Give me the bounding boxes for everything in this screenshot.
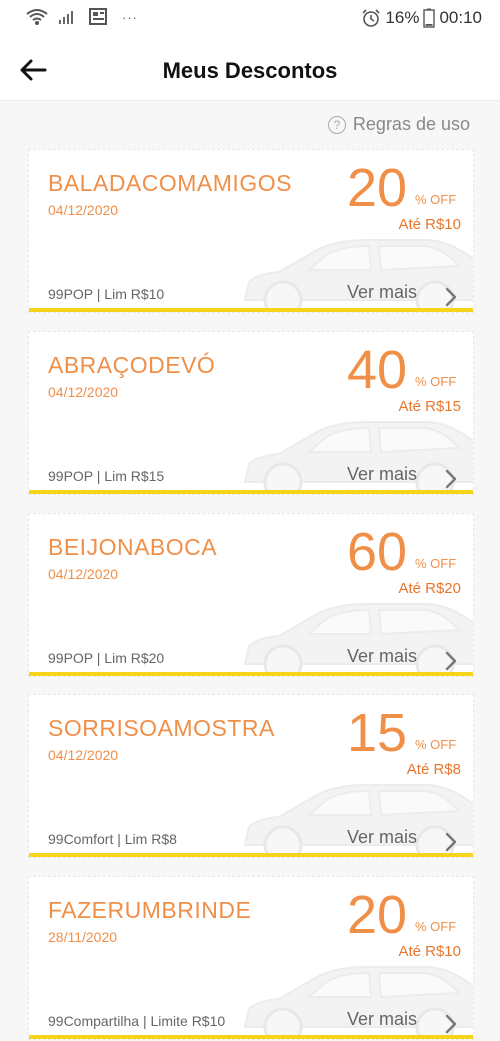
chevron-right-icon[interactable] — [443, 1013, 459, 1035]
coupon-card[interactable]: ABRAÇODEVÓ 04/12/2020 40 % OFF Até R$15 99POP… — [28, 331, 474, 495]
coupon-card[interactable]: BEIJONABOCA 04/12/2020 60 % OFF Até R$20 99PO… — [28, 513, 474, 677]
page-title: Meus Descontos — [162, 58, 338, 83]
status-icons-right: 16% 00:10 — [361, 8, 482, 28]
see-more-button[interactable]: Ver mais — [347, 646, 417, 667]
discount-off-label: % OFF — [415, 556, 457, 571]
coupon-date: 04/12/2020 — [48, 566, 119, 582]
see-more-button[interactable]: Ver mais — [347, 1009, 417, 1030]
more-notifications-indicator: ··· — [122, 9, 138, 25]
discount-percent: 20 — [347, 885, 408, 945]
coupon-card[interactable]: FAZERUMBRINDE 28/11/2020 20 % OFF Até R$10 99… — [28, 876, 474, 1040]
chevron-right-icon[interactable] — [443, 468, 459, 490]
discount-percent: 40 — [347, 340, 408, 400]
help-icon: ? — [327, 115, 346, 134]
discount-off-label: % OFF — [415, 192, 457, 207]
card-accent-bar — [29, 308, 473, 312]
coupon-code: BEIJONABOCA — [48, 534, 218, 560]
coupon-code: FAZERUMBRINDE — [48, 897, 252, 923]
discount-limit: Até R$8 — [406, 761, 461, 778]
discount-off-label: % OFF — [415, 919, 457, 934]
coupon-date: 28/11/2020 — [48, 929, 118, 945]
coupon-card[interactable]: SORRISOAMOSTRA 04/12/2020 15 % OFF Até R$8 99… — [28, 694, 474, 858]
battery-icon — [423, 8, 436, 28]
chevron-right-icon[interactable] — [443, 831, 459, 853]
discount-limit: Até R$15 — [398, 398, 461, 415]
usage-rules-label: Regras de uso — [352, 114, 470, 134]
coupon-product-limit: 99POP | Lim R$15 — [48, 468, 165, 484]
coupon-date: 04/12/2020 — [48, 202, 119, 218]
coupon-code: SORRISOAMOSTRA — [48, 715, 275, 741]
app-bar: Meus Descontos — [0, 40, 500, 101]
card-accent-bar — [29, 672, 473, 676]
status-icons-left: ··· — [26, 8, 138, 26]
battery-percentage: 16% — [385, 8, 420, 27]
discount-limit: Até R$10 — [398, 216, 461, 233]
coupon-date: 04/12/2020 — [48, 384, 119, 400]
chevron-right-icon[interactable] — [443, 286, 459, 308]
coupon-product-limit: 99Comfort | Lim R$8 — [48, 831, 177, 847]
chevron-right-icon[interactable] — [443, 650, 459, 672]
usage-rules-link[interactable]: ? Regras de uso — [327, 114, 470, 135]
coupon-card[interactable]: BALADACOMAMIGOS 04/12/2020 20 % OFF Até R$10… — [28, 149, 474, 313]
clock-time: 00:10 — [439, 8, 482, 27]
status-bar: ··· 16% 00:10 — [0, 0, 500, 40]
discount-percent: 20 — [347, 158, 408, 218]
signal-icon — [59, 11, 73, 24]
coupon-product-limit: 99Compartilha | Limite R$10 — [48, 1013, 226, 1029]
see-more-button[interactable]: Ver mais — [347, 464, 417, 485]
wifi-icon — [26, 9, 48, 25]
coupon-code: BALADACOMAMIGOS — [48, 170, 292, 196]
alarm-icon — [362, 9, 380, 27]
discount-percent: 60 — [347, 522, 408, 582]
discount-off-label: % OFF — [415, 374, 457, 389]
discount-off-label: % OFF — [415, 737, 457, 752]
card-accent-bar — [29, 490, 473, 494]
discount-percent: 15 — [347, 703, 408, 763]
card-accent-bar — [29, 853, 473, 857]
coupon-product-limit: 99POP | Lim R$20 — [48, 650, 165, 666]
see-more-button[interactable]: Ver mais — [347, 827, 417, 848]
see-more-button[interactable]: Ver mais — [347, 282, 417, 303]
discount-limit: Até R$10 — [398, 943, 461, 960]
card-accent-bar — [29, 1035, 473, 1039]
coupon-code: ABRAÇODEVÓ — [48, 352, 216, 378]
coupon-date: 04/12/2020 — [48, 747, 119, 763]
news-icon — [89, 8, 107, 25]
coupon-product-limit: 99POP | Lim R$10 — [48, 286, 165, 302]
discount-limit: Até R$20 — [398, 580, 461, 597]
